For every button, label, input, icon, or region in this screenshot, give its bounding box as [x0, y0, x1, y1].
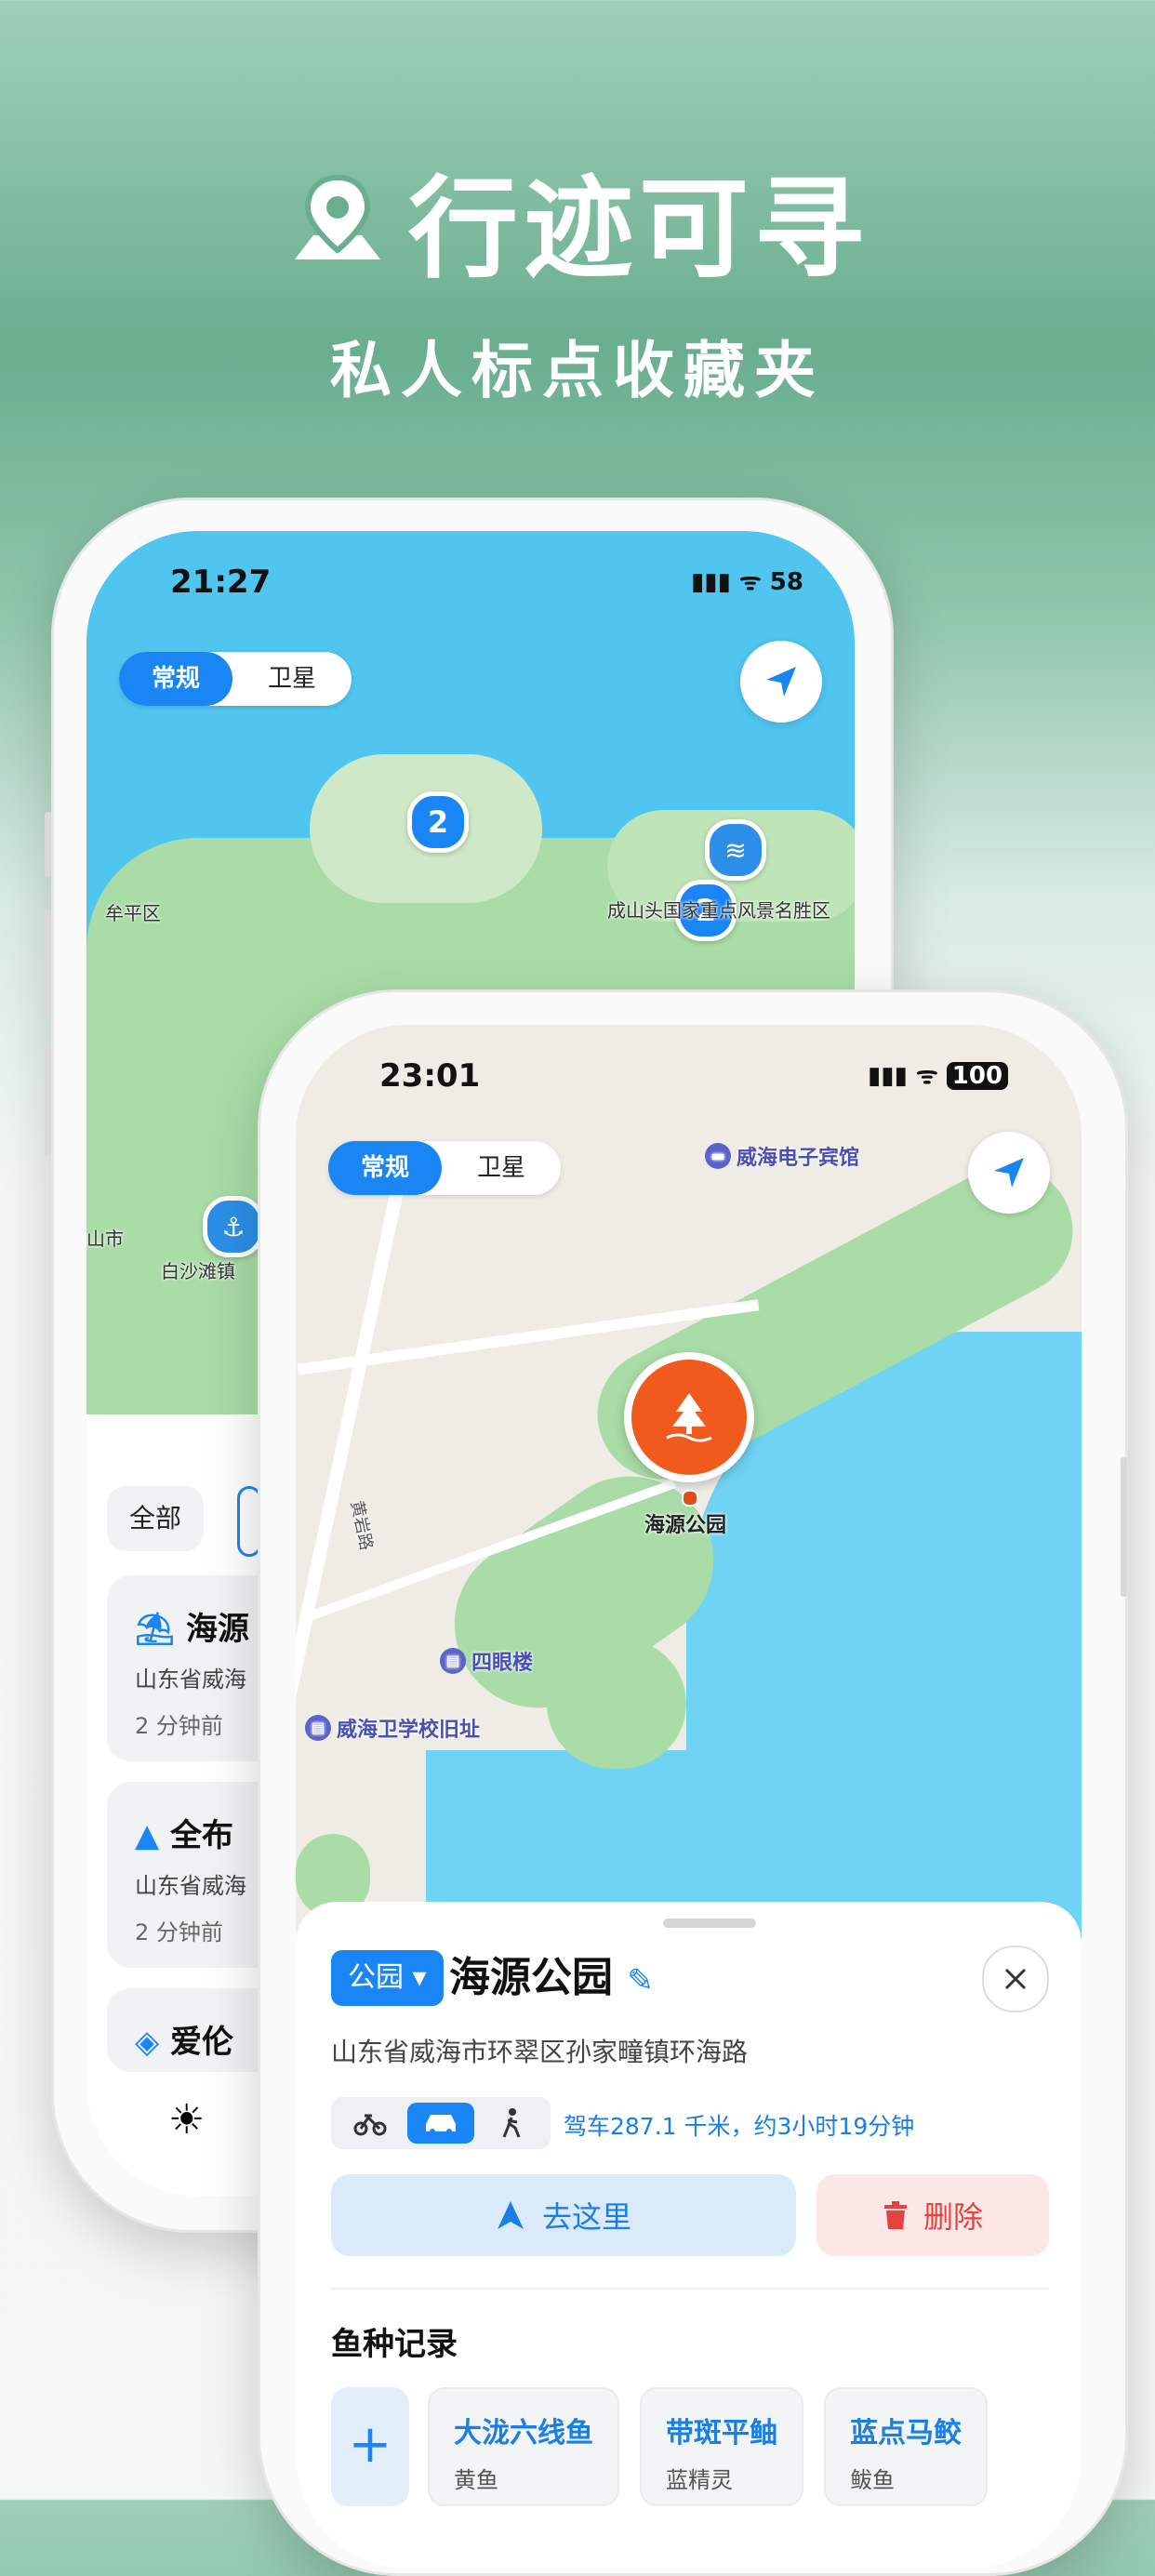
beach-marker[interactable]: ≋: [705, 819, 766, 881]
navigation-arrow-icon: [766, 667, 796, 697]
add-fish-button[interactable]: +: [331, 2387, 409, 2506]
fishing-marker[interactable]: ⚓: [203, 1196, 264, 1257]
map-label-chengshantou: 成山头国家重点风景名胜区: [607, 899, 830, 922]
side-button: [45, 812, 51, 877]
sheet-handle[interactable]: [663, 1919, 756, 1928]
poi-weihai-school[interactable]: ▤ 威海卫学校旧址: [305, 1713, 480, 1743]
map-pin-icon: [285, 170, 390, 274]
battery-level: 58: [769, 568, 803, 596]
battery-level: 100: [946, 1062, 1009, 1090]
travel-mode-selector[interactable]: [331, 2097, 551, 2149]
map-mode-standard[interactable]: 常规: [119, 652, 233, 706]
fish-alias: 蓝精灵: [666, 2467, 733, 2493]
map-park: [547, 1639, 686, 1769]
status-icons: ▮▮▮ ᯤ 58: [691, 568, 803, 596]
selected-marker[interactable]: [624, 1352, 754, 1482]
fish-card[interactable]: 蓝点马鲛 鲅鱼: [824, 2387, 988, 2506]
sunrise-tab-icon[interactable]: ☀: [168, 2096, 205, 2144]
side-button: [45, 1044, 51, 1156]
place-title: 海源公园 ✎: [449, 1954, 654, 2001]
list-item-address: 山东省威海: [135, 1873, 246, 1899]
fish-card[interactable]: 带斑平鲉 蓝精灵: [640, 2387, 803, 2506]
building-icon: ▤: [440, 1648, 466, 1674]
status-time: 21:27: [170, 564, 272, 601]
hero-title: 行迹可寻: [0, 139, 1155, 299]
place-address: 山东省威海市环翠区孙家疃镇环海路: [331, 2037, 749, 2067]
navigate-button[interactable]: 去这里: [331, 2174, 796, 2256]
locate-button[interactable]: [740, 641, 822, 723]
edit-icon[interactable]: ✎: [627, 1962, 654, 1999]
fish-name: 蓝点马鲛: [850, 2417, 962, 2450]
side-button: [1121, 1457, 1127, 1597]
map-street: [296, 1142, 414, 1782]
front-screen: 23:01 ▮▮▮ ᯤ 100 常规 卫星 ▬ 威海电子宾馆 ▤ 四眼楼 ▤ 威海卫学…: [296, 1025, 1082, 2569]
route-summary: 驾车287.1 千米，约3小时19分钟: [564, 2113, 915, 2140]
cluster-marker[interactable]: 2: [407, 791, 469, 853]
map-label-shan: 山市: [86, 1228, 124, 1250]
chevron-down-icon: ▾: [412, 1961, 427, 1994]
filter-all[interactable]: 全部: [107, 1486, 205, 1551]
divider: [331, 2288, 1049, 2290]
front-phone: 23:01 ▮▮▮ ᯤ 100 常规 卫星 ▬ 威海电子宾馆 ▤ 四眼楼 ▤ 威海卫学…: [258, 989, 1128, 2576]
list-item-address: 山东省威海: [135, 1666, 246, 1693]
list-item-title: ⛱ 海源: [135, 1611, 250, 1648]
map-mode-toggle[interactable]: 常规 卫星: [119, 652, 352, 706]
fish-icon: ◈: [135, 2024, 160, 2061]
fish-alias: 黄鱼: [454, 2467, 498, 2493]
list-item-time: 2 分钟前: [135, 1919, 223, 1945]
fish-name: 大泷六线鱼: [454, 2417, 593, 2450]
navigation-arrow-icon: [497, 2201, 524, 2229]
walk-mode-icon[interactable]: [478, 2103, 545, 2144]
locate-button[interactable]: [968, 1132, 1050, 1214]
park-icon: ⛱: [135, 1611, 176, 1648]
marker-dot: [682, 1490, 698, 1507]
hero-subtitle: 私人标点收藏夹: [330, 335, 825, 406]
map-mode-satellite[interactable]: 卫星: [232, 652, 352, 706]
car-mode-icon[interactable]: [407, 2103, 474, 2144]
trash-icon: [883, 2201, 907, 2229]
place-detail-sheet: 公园 ▾ 海源公园 ✎ 山东省威海市环翠区孙家疃镇环海路 驾车287.1 千米，…: [296, 1902, 1082, 2569]
status-time: 23:01: [379, 1057, 481, 1095]
delete-button[interactable]: 删除: [816, 2174, 1049, 2256]
mountain-icon: ▲: [135, 1817, 160, 1854]
poi-hotel[interactable]: ▬ 威海电子宾馆: [705, 1141, 859, 1171]
fish-name: 带斑平鲉: [666, 2417, 777, 2450]
bed-icon: ▬: [705, 1143, 731, 1169]
close-button[interactable]: [982, 1945, 1049, 2012]
map-label-muping: 牟平区: [105, 902, 161, 924]
fish-card[interactable]: 大泷六线鱼 黄鱼: [428, 2387, 619, 2506]
fish-section-title: 鱼种记录: [331, 2326, 458, 2363]
map-mode-toggle[interactable]: 常规 卫星: [328, 1141, 562, 1195]
list-item-title: ◈ 爱伦: [135, 2024, 233, 2061]
bike-mode-icon[interactable]: [337, 2103, 404, 2144]
category-dropdown[interactable]: 公园 ▾: [331, 1950, 444, 2006]
list-item-title: ▲ 全布: [135, 1817, 233, 1854]
close-icon: [1004, 1968, 1027, 1990]
map-mode-satellite[interactable]: 卫星: [442, 1141, 561, 1195]
tree-icon: [631, 1360, 747, 1475]
building-icon: ▤: [305, 1715, 331, 1741]
poi-silou[interactable]: ▤ 四眼楼: [440, 1646, 533, 1676]
list-item-time: 2 分钟前: [135, 1713, 223, 1739]
hero-title-text: 行迹可寻: [407, 165, 870, 293]
marker-label: 海源公园: [644, 1514, 727, 1537]
navigation-arrow-icon: [994, 1158, 1024, 1188]
map-mode-standard[interactable]: 常规: [328, 1141, 443, 1195]
side-button: [45, 910, 51, 1021]
fish-alias: 鲅鱼: [850, 2467, 895, 2493]
map-label-baisha: 白沙滩镇: [161, 1260, 235, 1282]
road-label: 黄岩路: [346, 1498, 377, 1552]
status-icons: ▮▮▮ ᯤ 100: [868, 1057, 1009, 1091]
